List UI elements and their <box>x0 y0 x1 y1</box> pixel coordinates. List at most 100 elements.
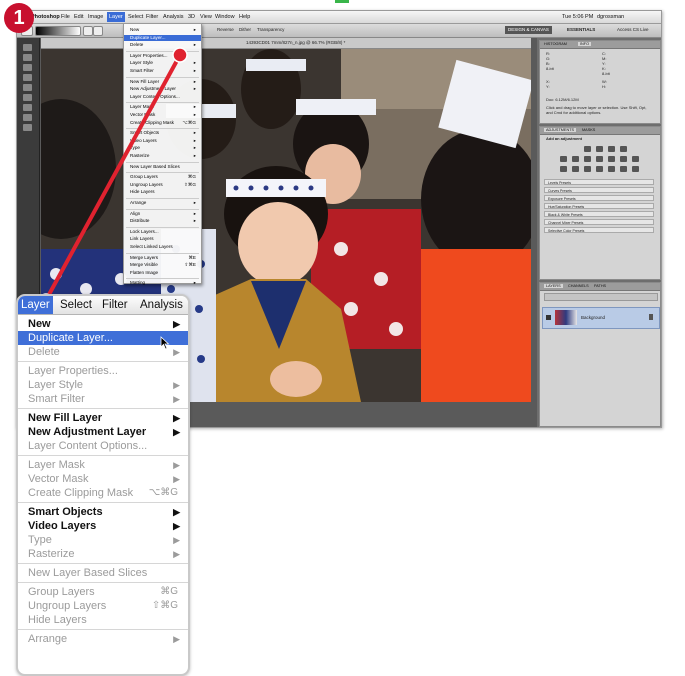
callout-menu-item[interactable]: Layer Style ▶ <box>28 378 186 392</box>
small-menu-item[interactable]: Smart Objects ▸ <box>130 130 198 136</box>
small-menu-item[interactable]: Align ▸ <box>130 211 198 217</box>
adjustment-type-icon[interactable] <box>560 156 567 162</box>
callout-menu-item[interactable]: Smart Objects ▶ <box>28 505 186 519</box>
adjustment-preset-item[interactable]: Levels Presets <box>544 179 654 185</box>
menu-analysis[interactable]: Analysis <box>163 14 183 20</box>
adjustment-type-icon[interactable] <box>620 166 627 172</box>
crop-tool-icon[interactable] <box>23 84 32 91</box>
adjustment-type-icon[interactable] <box>584 166 591 172</box>
callout-menu-item[interactable]: Hide Layers <box>28 613 186 627</box>
small-menu-item[interactable]: New Fill Layer ▸ <box>130 79 198 85</box>
menu-layer[interactable]: Layer <box>107 12 125 22</box>
callout-menu-filter[interactable]: Filter <box>102 299 128 311</box>
callout-menu-item[interactable]: New ▶ <box>28 317 186 331</box>
small-menu-item[interactable]: Merge Layers ⌘E <box>130 255 198 261</box>
small-menu-item[interactable]: Rasterize ▸ <box>130 153 198 159</box>
adjustment-type-icon[interactable] <box>572 156 579 162</box>
cs-live-button[interactable]: Access CS Live <box>617 26 649 34</box>
adjustment-preset-item[interactable]: Channel Mixer Presets <box>544 219 654 225</box>
menu-select[interactable]: Select <box>128 14 143 20</box>
small-menu-item[interactable]: Ungroup Layers ⇧⌘G <box>130 182 198 188</box>
adjustment-type-icon[interactable] <box>620 146 627 152</box>
callout-menu-item[interactable]: Video Layers ▶ <box>28 519 186 533</box>
small-menu-item[interactable]: Video Layers ▸ <box>130 138 198 144</box>
menu-app-name[interactable]: Photoshop <box>31 14 60 20</box>
marquee-tool-icon[interactable] <box>23 54 32 61</box>
tab-paths[interactable]: PATHS <box>594 284 606 288</box>
blend-mode-select[interactable] <box>544 293 658 301</box>
small-menu-item[interactable]: Arrange ▸ <box>130 200 198 206</box>
callout-menu-item[interactable]: New Layer Based Slices <box>28 566 186 580</box>
callout-menu-analysis[interactable]: Analysis <box>140 299 183 311</box>
small-menu-item[interactable]: Matting ▸ <box>130 280 198 286</box>
lasso-tool-icon[interactable] <box>23 64 32 71</box>
callout-menu-item[interactable]: Type ▶ <box>28 533 186 547</box>
small-menu-item[interactable]: Lock Layers... <box>130 229 198 235</box>
adjustment-type-icon[interactable] <box>608 156 615 162</box>
eye-icon[interactable] <box>546 315 551 320</box>
tab-masks[interactable]: MASKS <box>582 128 595 132</box>
quick-select-tool-icon[interactable] <box>23 74 32 81</box>
adjustment-type-icon[interactable] <box>596 166 603 172</box>
menu-3d[interactable]: 3D <box>188 14 195 20</box>
adjustment-type-icon[interactable] <box>596 156 603 162</box>
workspace-design-button[interactable]: DESIGN & CANVAS <box>505 26 552 34</box>
adjustment-preset-item[interactable]: Curves Presets <box>544 187 654 193</box>
small-menu-item[interactable]: Smart Filter ▸ <box>130 68 198 74</box>
callout-menu-item[interactable]: Rasterize ▶ <box>28 547 186 561</box>
small-menu-item[interactable]: New ▸ <box>130 27 198 33</box>
adjustment-type-icon[interactable] <box>572 166 579 172</box>
adjustment-type-icon[interactable] <box>632 166 639 172</box>
adjustment-preset-item[interactable]: Exposure Presets <box>544 195 654 201</box>
menu-image[interactable]: Image <box>88 14 103 20</box>
healing-tool-icon[interactable] <box>23 104 32 111</box>
callout-menu-item[interactable]: New Fill Layer ▶ <box>28 411 186 425</box>
adjustment-type-icon[interactable] <box>608 166 615 172</box>
transparency-checkbox[interactable]: Transparency <box>257 26 284 34</box>
menu-view[interactable]: View <box>200 14 212 20</box>
small-menu-item[interactable]: Distribute ▸ <box>130 218 198 224</box>
move-tool-icon[interactable] <box>23 44 32 51</box>
small-menu-item[interactable]: Hide Layers <box>130 189 198 195</box>
callout-menu-layer[interactable]: Layer <box>18 296 53 314</box>
small-menu-item[interactable]: New Layer Based Slices <box>130 164 198 170</box>
tab-layers[interactable]: LAYERS <box>544 284 563 288</box>
small-menu-item[interactable]: Delete ▸ <box>130 42 198 48</box>
callout-menu-item[interactable]: Smart Filter ▶ <box>28 392 186 406</box>
eyedropper-tool-icon[interactable] <box>23 94 32 101</box>
menu-help[interactable]: Help <box>239 14 250 20</box>
tab-adjustments[interactable]: ADJUSTMENTS <box>544 128 577 132</box>
tab-channels[interactable]: CHANNELS <box>568 284 589 288</box>
small-menu-item[interactable]: Create Clipping Mask ⌥⌘G <box>130 120 198 126</box>
document-tab[interactable]: 14393CD01 7mm/827n_n.jpg @ 66.7% (RGB/8)… <box>41 38 531 49</box>
tab-histogram[interactable]: HISTOGRAM <box>544 42 567 46</box>
adjustment-type-icon[interactable] <box>560 166 567 172</box>
callout-menu-item[interactable]: Arrange ▶ <box>28 632 186 646</box>
callout-menu-item[interactable]: New Adjustment Layer ▶ <box>28 425 186 439</box>
dither-checkbox[interactable]: Dither <box>239 26 251 34</box>
menu-file[interactable]: File <box>61 14 70 20</box>
menubar-user[interactable]: dgrossman <box>597 14 624 20</box>
adjustment-preset-item[interactable]: Black & White Presets <box>544 211 654 217</box>
callout-menu-item[interactable]: Layer Mask ▶ <box>28 458 186 472</box>
adjustment-type-icon[interactable] <box>608 146 615 152</box>
callout-menu-item[interactable]: Create Clipping Mask ⌥⌘G <box>28 486 186 500</box>
small-menu-item[interactable]: Layer Content Options... <box>130 94 198 100</box>
callout-menu-item[interactable]: Ungroup Layers ⇧⌘G <box>28 599 186 613</box>
radial-gradient-button[interactable] <box>93 26 103 36</box>
callout-menu-item[interactable]: Group Layers ⌘G <box>28 585 186 599</box>
small-menu-item[interactable]: Layer Mask ▸ <box>130 104 198 110</box>
adjustment-type-icon[interactable] <box>584 156 591 162</box>
small-menu-item[interactable]: Link Layers <box>130 236 198 242</box>
workspace-essentials-button[interactable]: ESSENTIALS <box>567 26 595 34</box>
gradient-picker[interactable] <box>35 26 81 36</box>
reverse-checkbox[interactable]: Reverse <box>217 26 234 34</box>
menu-edit[interactable]: Edit <box>74 14 83 20</box>
small-menu-item[interactable]: Group Layers ⌘G <box>130 174 198 180</box>
small-menu-item[interactable]: Select Linked Layers <box>130 244 198 250</box>
small-menu-item[interactable]: Merge Visible ⇧⌘E <box>130 262 198 268</box>
callout-menu-select[interactable]: Select <box>60 299 92 311</box>
adjustment-type-icon[interactable] <box>632 156 639 162</box>
small-menu-item[interactable]: Layer Style ▸ <box>130 60 198 66</box>
callout-menu-item[interactable]: Vector Mask ▶ <box>28 472 186 486</box>
